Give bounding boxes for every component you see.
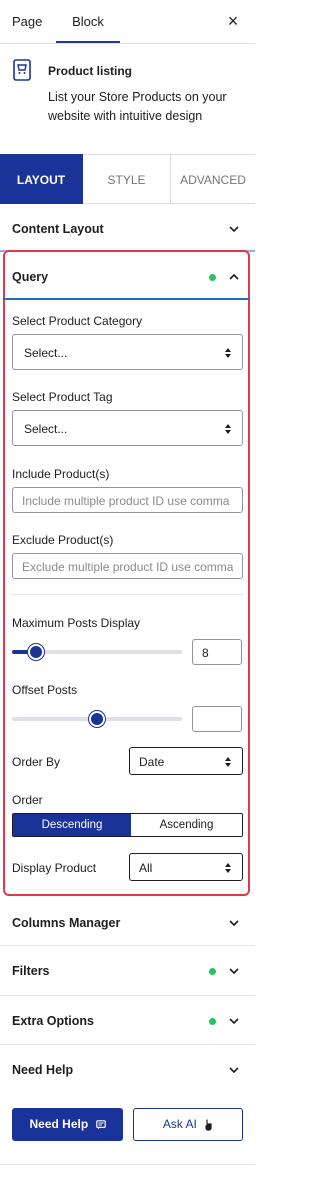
max-posts-label: Maximum Posts Display	[12, 616, 141, 630]
tab-style[interactable]: STYLE	[83, 154, 171, 204]
panel-title: Columns Manager	[12, 916, 121, 930]
button-label: Ask AI	[162, 1117, 197, 1131]
tag-select[interactable]: Select...	[12, 410, 243, 446]
slider-thumb[interactable]	[89, 711, 105, 727]
block-description: List your Store Products on your website…	[48, 90, 227, 123]
panel-content-layout[interactable]: Content Layout	[0, 204, 255, 254]
display-product-select[interactable]: All	[129, 853, 243, 881]
offset-slider[interactable]	[12, 711, 182, 727]
category-select[interactable]: Select...	[12, 334, 243, 370]
offset-label: Offset Posts	[12, 683, 78, 697]
order-toggle: Descending Ascending	[12, 813, 243, 837]
category-label: Select Product Category	[12, 314, 143, 328]
panel-title: Extra Options	[12, 1014, 94, 1028]
ask-ai-button[interactable]: Ask AI	[133, 1108, 243, 1141]
order-label: Order	[12, 793, 43, 807]
chevron-down-icon	[229, 226, 239, 233]
tab-layout[interactable]: LAYOUT	[0, 154, 83, 204]
select-arrows-icon	[225, 863, 231, 873]
select-value: Select...	[24, 346, 68, 360]
select-value: All	[139, 861, 153, 875]
include-products-input[interactable]: Include multiple product ID use comma	[12, 487, 243, 513]
exclude-products-input[interactable]: Exclude multiple product ID use comma	[12, 553, 243, 579]
select-value: Select...	[24, 422, 68, 436]
exclude-label: Exclude Product(s)	[12, 533, 114, 547]
need-help-button[interactable]: Need Help	[12, 1108, 123, 1141]
chevron-down-icon	[229, 968, 239, 975]
panel-title: Content Layout	[12, 222, 104, 236]
chevron-down-icon	[229, 920, 239, 927]
number-value: 8	[202, 646, 209, 660]
panel-need-help[interactable]: Need Help	[0, 1045, 255, 1095]
chat-icon	[95, 1120, 106, 1130]
order-by-select[interactable]: Date	[129, 747, 243, 775]
chevron-down-icon	[229, 1018, 239, 1025]
tab-advanced[interactable]: ADVANCED	[171, 154, 255, 204]
order-descending-button[interactable]: Descending	[13, 814, 131, 836]
tab-page[interactable]: Page	[12, 0, 42, 44]
chevron-down-icon	[229, 1067, 239, 1074]
close-icon[interactable]: ×	[223, 11, 243, 31]
tag-label: Select Product Tag	[12, 390, 113, 404]
order-by-label: Order By	[12, 755, 61, 769]
select-value: Date	[139, 755, 165, 769]
divider	[0, 1164, 255, 1165]
sidebar-tabs: Page Block ×	[0, 0, 255, 44]
button-label: Need Help	[29, 1117, 89, 1131]
tab-block[interactable]: Block	[56, 0, 120, 44]
panel-title: Filters	[12, 964, 50, 978]
block-title: Product listing	[48, 64, 132, 78]
max-posts-slider[interactable]	[12, 644, 182, 660]
panel-extra-options[interactable]: Extra Options	[0, 996, 255, 1046]
input-placeholder: Include multiple product ID use comma	[22, 494, 230, 508]
status-dot	[209, 968, 216, 975]
pointer-hand-icon	[205, 1119, 212, 1131]
panel-title: Need Help	[12, 1063, 74, 1077]
divider	[12, 594, 243, 595]
offset-number[interactable]	[192, 706, 242, 732]
active-tab-indicator	[56, 41, 120, 43]
status-dot	[209, 1018, 216, 1025]
slider-thumb[interactable]	[27, 644, 44, 660]
product-listing-icon	[13, 59, 31, 81]
status-dot	[209, 274, 216, 281]
panel-filters[interactable]: Filters	[0, 946, 255, 996]
divider	[3, 298, 250, 300]
settings-tabs: LAYOUT STYLE ADVANCED	[0, 154, 255, 204]
select-arrows-icon	[225, 424, 231, 434]
select-arrows-icon	[225, 757, 231, 767]
input-placeholder: Exclude multiple product ID use comma	[22, 560, 234, 574]
include-label: Include Product(s)	[12, 467, 110, 481]
panel-query[interactable]: Query	[0, 252, 255, 302]
select-arrows-icon	[225, 348, 231, 358]
chevron-up-icon	[229, 273, 239, 280]
block-card: Product listing List your Store Products…	[0, 44, 255, 136]
panel-columns-manager[interactable]: Columns Manager	[0, 898, 255, 948]
panel-title: Query	[12, 270, 49, 284]
display-product-label: Display Product	[12, 861, 97, 875]
order-ascending-button[interactable]: Ascending	[131, 814, 242, 836]
max-posts-number[interactable]: 8	[192, 639, 242, 665]
